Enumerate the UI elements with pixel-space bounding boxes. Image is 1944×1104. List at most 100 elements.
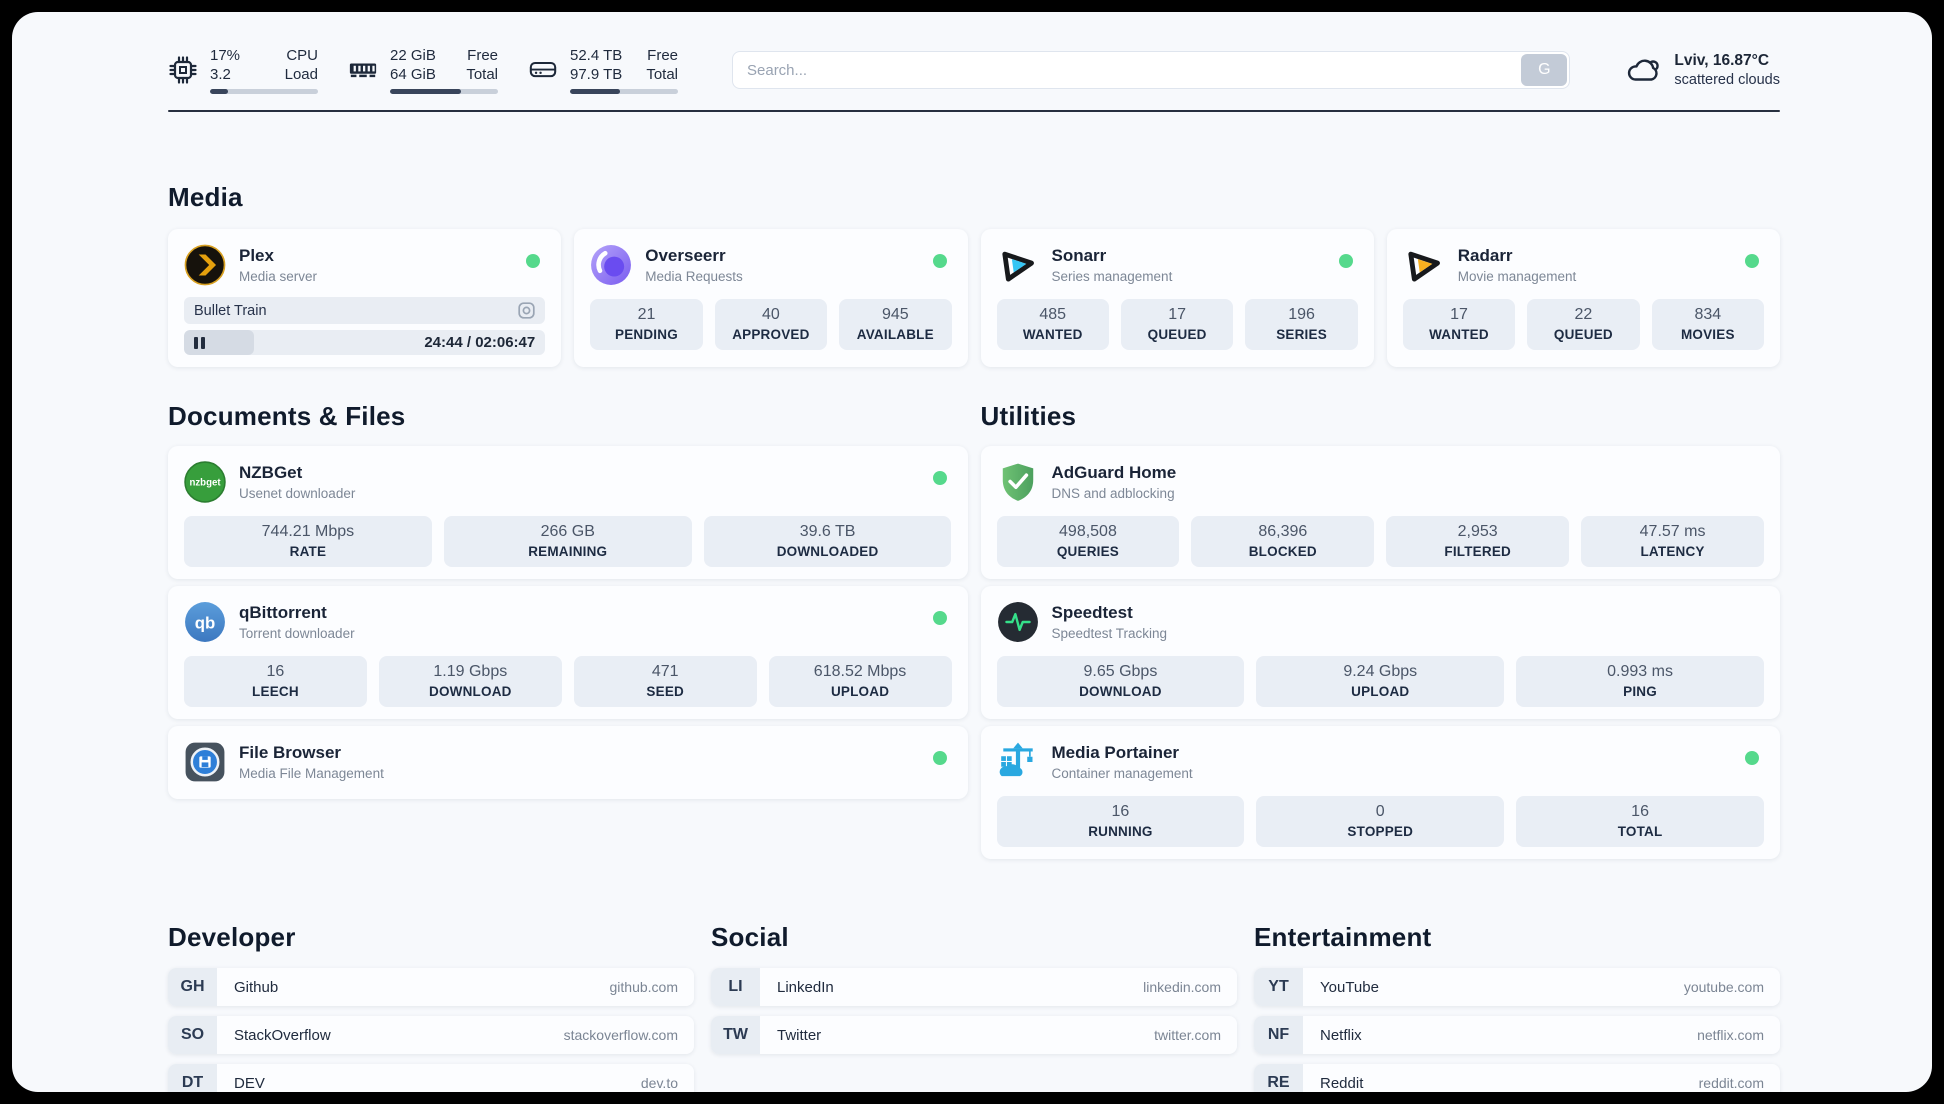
disk-progress-bar xyxy=(570,89,678,94)
stat-box: 945 AVAILABLE xyxy=(839,299,952,350)
stat-box: 22 QUEUED xyxy=(1527,299,1640,350)
weather-location-temp: Lviv, 16.87°C xyxy=(1674,51,1770,69)
playback-time: 24:44 / 02:06:47 xyxy=(424,334,536,351)
stat-box: 40 APPROVED xyxy=(714,299,828,350)
app-subtitle: DNS and adblocking xyxy=(1051,486,1175,501)
overseerr-icon xyxy=(590,244,632,286)
stat-box: 471 SEED xyxy=(573,656,757,707)
stat-box: 498,508 QUERIES xyxy=(996,516,1180,567)
app-name: Sonarr xyxy=(1051,246,1107,265)
portainer-icon xyxy=(997,741,1039,783)
stat-box: 21 PENDING xyxy=(590,299,703,350)
app-card-speedtest[interactable]: Speedtest Speedtest Tracking 9.65 Gbps D… xyxy=(980,586,1780,719)
disk-total-label: Total xyxy=(646,66,678,83)
link-name: DEV xyxy=(234,1074,265,1092)
speedtest-icon xyxy=(997,601,1039,643)
search-engine-button[interactable]: G xyxy=(1521,54,1568,86)
status-online-dot xyxy=(932,254,947,268)
link-url: netflix.com xyxy=(1697,1027,1764,1043)
link-abbr: TW xyxy=(711,1016,760,1054)
now-playing-session-icon[interactable] xyxy=(518,302,535,319)
app-card-adguard[interactable]: AdGuard Home DNS and adblocking 498,508 … xyxy=(980,446,1780,579)
app-name: Overseerr xyxy=(645,246,726,265)
link-url: youtube.com xyxy=(1683,979,1764,995)
app-name: File Browser xyxy=(239,743,342,762)
stat-box: 744.21 Mbps RATE xyxy=(184,516,432,567)
link-row-dev[interactable]: DT DEV dev.to xyxy=(168,1064,694,1092)
stat-box: 0.993 ms PING xyxy=(1516,656,1764,707)
search-input[interactable] xyxy=(732,51,1571,89)
sonarr-icon xyxy=(997,244,1039,286)
app-card-sonarr[interactable]: Sonarr Series management 485 WANTED 17 Q… xyxy=(980,229,1374,367)
stat-box: 834 MOVIES xyxy=(1651,299,1765,350)
status-online-dot xyxy=(932,471,947,485)
app-card-nzbget[interactable]: nzbget NZBGet Usenet downloader 744.21 M… xyxy=(168,446,968,579)
app-card-qbittorrent[interactable]: qb qBittorrent Torrent downloader 16 LEE… xyxy=(168,586,968,719)
cpu-percent: 17% xyxy=(210,47,241,64)
media-cards-row: Plex Media server Bullet Train 24:44 / 0… xyxy=(168,229,1780,367)
top-bar: 17% 3.2 CPU Load 22 GiB 64 GiB Free Tota… xyxy=(168,42,1780,98)
section-title-utilities: Utilities xyxy=(980,401,1077,431)
cpu-load-average: 3.2 xyxy=(210,66,231,83)
app-subtitle: Container management xyxy=(1051,766,1193,781)
app-card-overseerr[interactable]: Overseerr Media Requests 21 PENDING 40 A… xyxy=(574,229,968,367)
svg-text:qb: qb xyxy=(195,613,216,632)
status-online-dot xyxy=(1745,751,1759,765)
stat-box: 485 WANTED xyxy=(996,299,1109,350)
plex-icon xyxy=(184,244,226,286)
utilities-column: Utilities AdGuard Home DNS and adblockin… xyxy=(980,367,1780,866)
memory-progress-bar xyxy=(390,89,498,94)
app-card-portainer[interactable]: Media Portainer Container management 16 … xyxy=(980,726,1780,859)
link-name: Reddit xyxy=(1320,1074,1364,1092)
memory-usage-widget: 22 GiB 64 GiB Free Total xyxy=(348,46,498,94)
app-card-plex[interactable]: Plex Media server Bullet Train 24:44 / 0… xyxy=(168,229,562,367)
stat-box: 17 QUEUED xyxy=(1120,299,1234,350)
link-name: Netflix xyxy=(1320,1026,1362,1044)
app-card-filebrowser[interactable]: File Browser Media File Management xyxy=(168,726,968,799)
memory-total-label: Total xyxy=(466,66,498,83)
pause-icon[interactable] xyxy=(194,336,205,349)
qbittorrent-icon: qb xyxy=(184,601,226,643)
disk-total: 97.9 TB xyxy=(570,66,623,83)
link-row-youtube[interactable]: YT YouTube youtube.com xyxy=(1254,968,1780,1006)
stat-box: 17 WANTED xyxy=(1402,299,1516,350)
app-subtitle: Media server xyxy=(239,269,318,284)
disk-free-label: Free xyxy=(647,47,678,64)
link-name: Twitter xyxy=(777,1026,822,1044)
link-name: StackOverflow xyxy=(234,1026,331,1044)
memory-free: 22 GiB xyxy=(390,47,436,64)
app-subtitle: Speedtest Tracking xyxy=(1051,626,1168,641)
stat-box: 9.24 Gbps UPLOAD xyxy=(1256,656,1505,707)
section-title-documents: Documents & Files xyxy=(168,401,406,431)
app-subtitle: Movie management xyxy=(1457,269,1577,284)
link-row-netflix[interactable]: NF Netflix netflix.com xyxy=(1254,1016,1780,1054)
link-abbr: LI xyxy=(711,968,760,1006)
link-row-stackoverflow[interactable]: SO StackOverflow stackoverflow.com xyxy=(168,1016,694,1054)
linkcol-entertainment: Entertainment YT YouTube youtube.com NF … xyxy=(1254,922,1780,1092)
svg-text:nzbget: nzbget xyxy=(189,478,221,489)
link-row-linkedin[interactable]: LI LinkedIn linkedin.com xyxy=(711,968,1237,1006)
link-row-reddit[interactable]: RE Reddit reddit.com xyxy=(1254,1064,1780,1092)
memory-free-label: Free xyxy=(467,47,498,64)
linkcol-social: Social LI LinkedIn linkedin.com TW Twitt… xyxy=(711,922,1237,1092)
now-playing-row: Bullet Train xyxy=(184,297,546,324)
link-abbr: GH xyxy=(168,968,217,1006)
stat-box: 266 GB REMAINING xyxy=(443,516,692,567)
link-name: YouTube xyxy=(1320,978,1379,996)
app-name: Radarr xyxy=(1457,246,1513,265)
stat-box: 16 LEECH xyxy=(184,656,367,707)
status-online-dot xyxy=(1745,254,1759,268)
app-subtitle: Series management xyxy=(1051,269,1173,284)
link-url: reddit.com xyxy=(1698,1075,1764,1091)
stat-box: 618.52 Mbps UPLOAD xyxy=(768,656,952,707)
section-title-social: Social xyxy=(711,922,789,952)
link-row-github[interactable]: GH Github github.com xyxy=(168,968,694,1006)
app-card-radarr[interactable]: Radarr Movie management 17 WANTED 22 QUE… xyxy=(1386,229,1780,367)
stat-box: 86,396 BLOCKED xyxy=(1191,516,1375,567)
section-title-developer: Developer xyxy=(168,922,296,952)
memory-total: 64 GiB xyxy=(390,66,436,83)
link-url: github.com xyxy=(609,979,678,995)
cloud-icon xyxy=(1628,59,1660,81)
link-row-twitter[interactable]: TW Twitter twitter.com xyxy=(711,1016,1237,1054)
link-url: dev.to xyxy=(640,1075,678,1091)
